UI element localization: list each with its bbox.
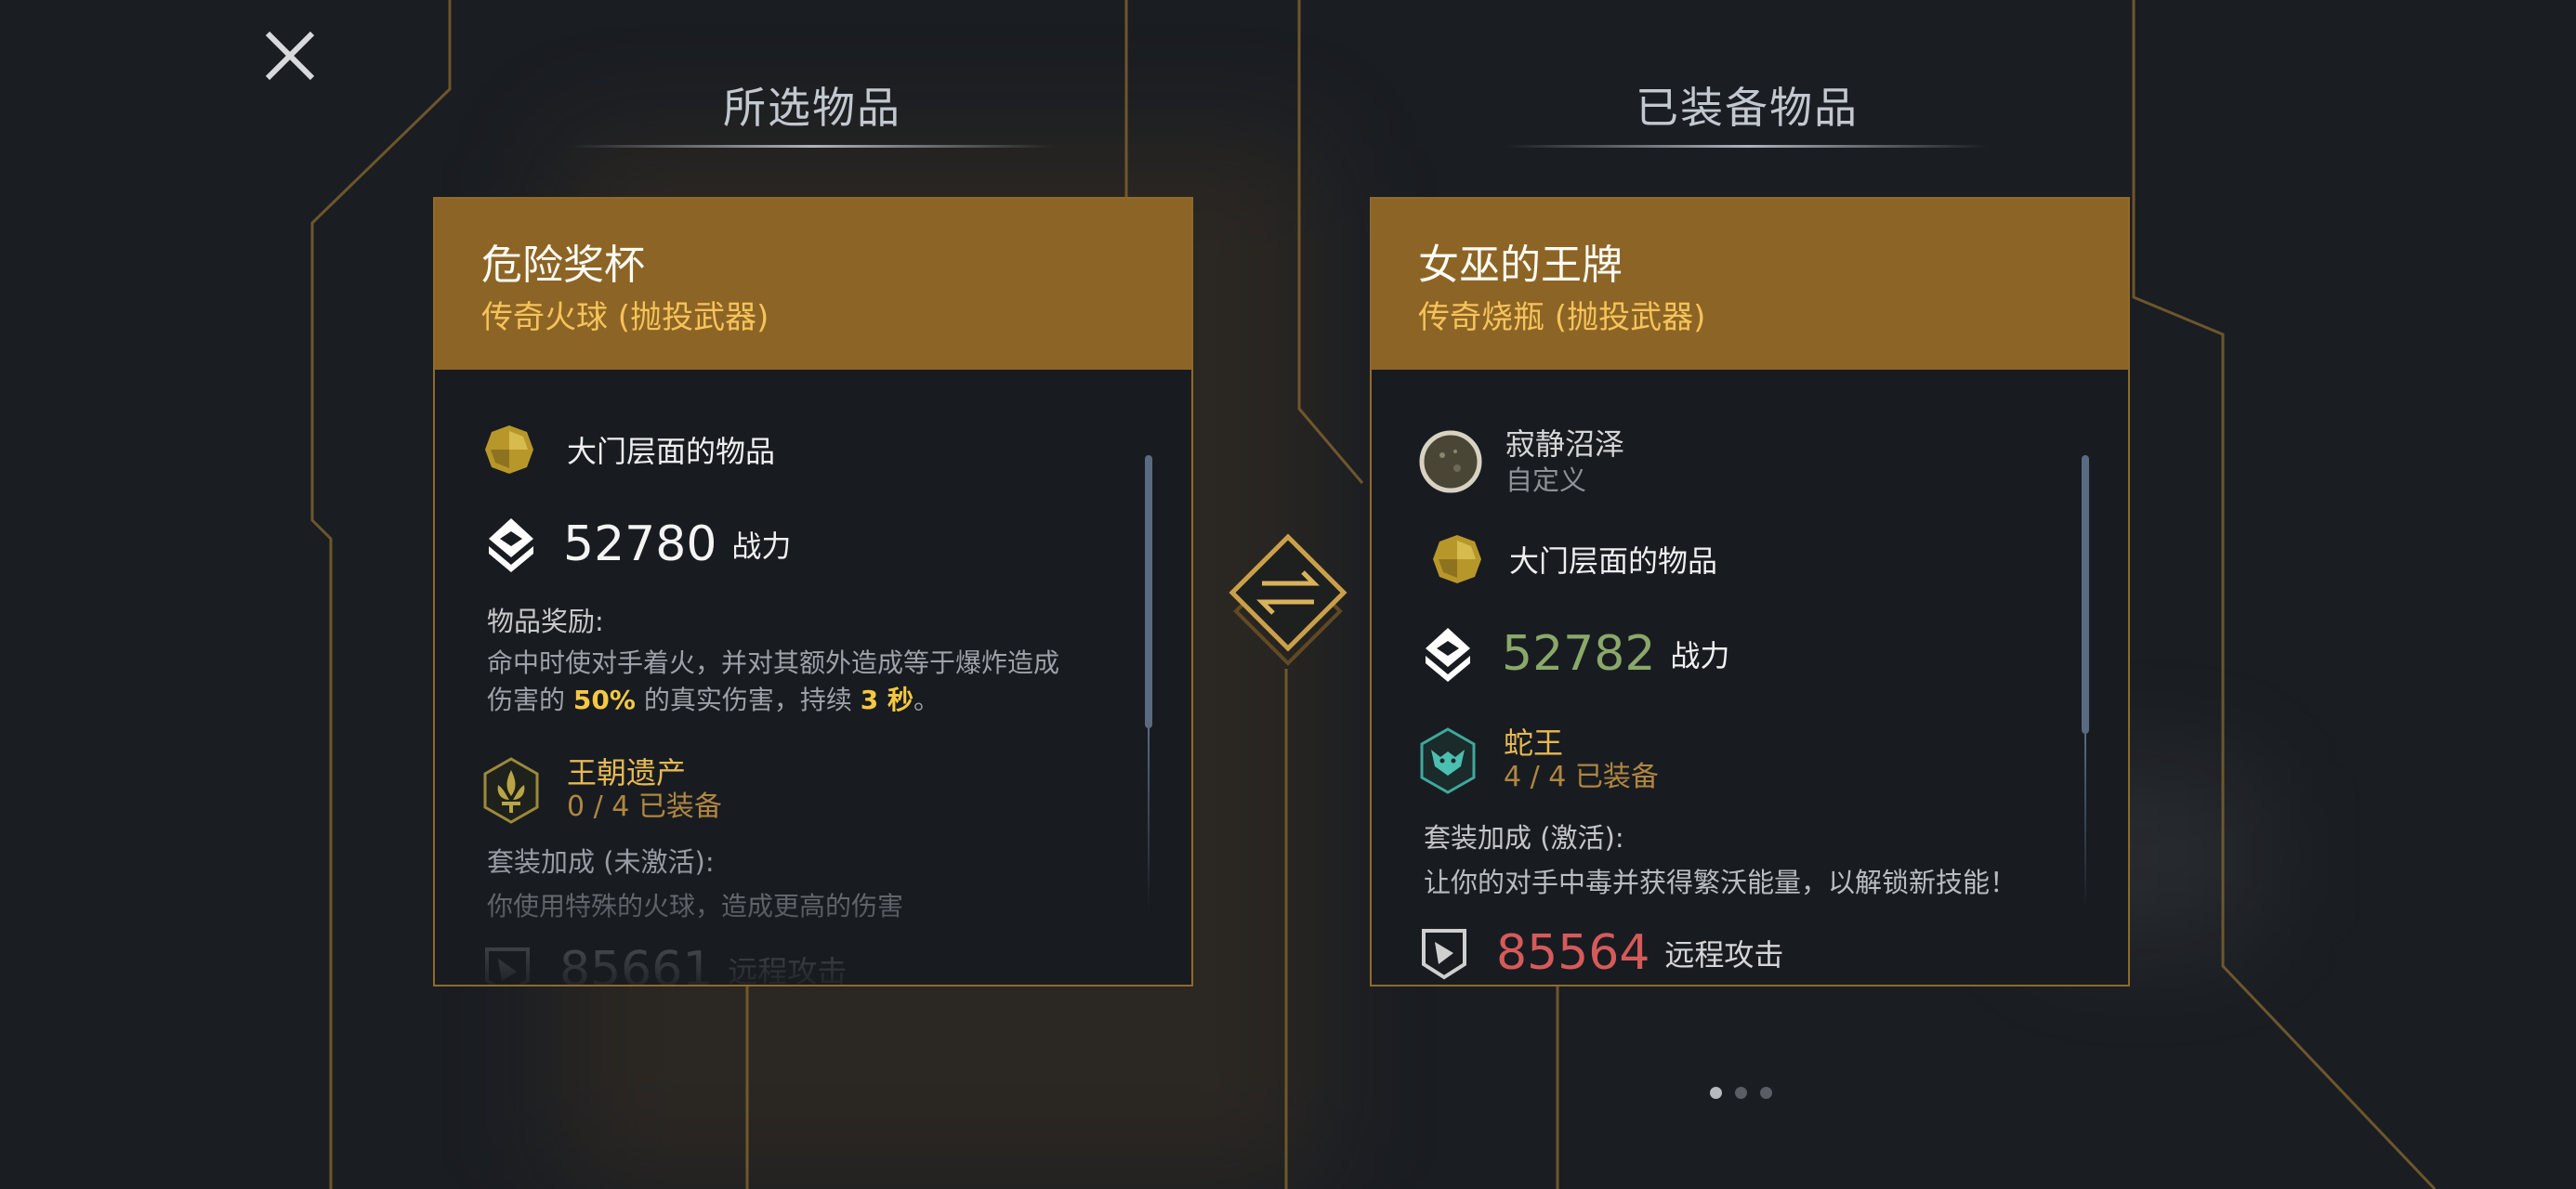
page-dot-3[interactable] [1760, 1087, 1772, 1099]
selected-ranged-value: 85661 [559, 942, 714, 985]
close-button[interactable] [256, 22, 323, 89]
bonus-percent: 50% [572, 685, 636, 715]
selected-set-text: 王朝遗产 0 / 4 已装备 [567, 756, 722, 825]
equipped-custom-row: 寂静沼泽 自定义 [1418, 425, 1624, 498]
selected-item-card[interactable]: 危险奖杯 传奇火球 (抛投武器) 大门层面的物品 52780 战力 物品奖励: … [433, 197, 1193, 986]
equipped-power-row: 52782 战力 [1418, 624, 1729, 684]
equipped-set-bonus-label: 套装加成 (激活): [1424, 822, 1624, 854]
selected-heading-rule [571, 145, 1054, 148]
page-dot-1[interactable] [1710, 1087, 1722, 1099]
equipped-item-name: 女巫的王牌 [1418, 242, 1623, 289]
equipped-item-card[interactable]: 女巫的王牌 传奇烧瓶 (抛投武器) 寂静沼泽 自定义 大门层面的物品 52782… [1370, 197, 2130, 986]
selected-set-bonus-desc: 你使用特殊的火球，造成更高的伤害 [487, 891, 904, 921]
equipped-tier-text: 大门层面的物品 [1509, 543, 1718, 579]
fleur-emblem-icon [481, 757, 541, 824]
selected-set-count: 0 / 4 已装备 [567, 790, 722, 823]
selected-scrollbar-thumb[interactable] [1145, 455, 1152, 728]
custom-orb-icon [1418, 429, 1483, 494]
gold-gem-icon [481, 422, 537, 477]
bonus-desc-line-1: 命中时使对手着火，并对其额外造成等于爆炸造成 [487, 647, 1060, 678]
selected-bonus-label: 物品奖励: [487, 606, 604, 637]
swap-icon [1229, 533, 1347, 666]
equipped-custom-text: 寂静沼泽 自定义 [1505, 425, 1624, 498]
swap-button[interactable] [1225, 533, 1351, 682]
equipped-card-body[interactable]: 寂静沼泽 自定义 大门层面的物品 52782 战力 蛇王 4 / 4 已装备 套… [1372, 370, 2128, 985]
equipped-custom-name: 寂静沼泽 [1505, 426, 1625, 462]
selected-tier-text: 大门层面的物品 [567, 434, 776, 469]
equipped-set-text: 蛇王 4 / 4 已装备 [1504, 726, 1659, 795]
selected-tier-row: 大门层面的物品 [481, 422, 775, 477]
equipped-set-row: 蛇王 4 / 4 已装备 [1418, 726, 1659, 795]
page-dot-2[interactable] [1735, 1087, 1747, 1099]
equipped-set-bonus-desc: 让你的对手中毒并获得繁沃能量，以解锁新技能！ [1424, 867, 2017, 898]
equipped-set-name: 蛇王 [1504, 725, 1564, 761]
selected-item-type: 传奇火球 (抛投武器) [481, 299, 769, 336]
equipped-tier-row: 大门层面的物品 [1418, 531, 1717, 587]
selected-item-name: 危险奖杯 [481, 242, 645, 289]
equipped-item-heading: 已装备物品 [1636, 83, 1859, 133]
power-icon [1418, 624, 1478, 684]
selected-item-heading: 所选物品 [723, 83, 901, 133]
gold-gem-icon [1429, 531, 1485, 587]
selected-ranged-label: 远程攻击 [728, 954, 848, 985]
equipped-card-header: 女巫的王牌 传奇烧瓶 (抛投武器) [1372, 199, 2128, 370]
bonus-desc-2b: 的真实伤害，持续 [643, 685, 852, 715]
bonus-desc-2c: 。 [913, 685, 940, 715]
equipped-scrollbar-thumb[interactable] [2082, 455, 2089, 734]
selected-scrollbar-track [1148, 728, 1150, 914]
selected-power-label: 战力 [731, 529, 792, 564]
selected-card-body[interactable]: 大门层面的物品 52780 战力 物品奖励: 命中时使对手着火，并对其额外造成等… [435, 370, 1191, 985]
equipped-item-type: 传奇烧瓶 (抛投武器) [1418, 299, 1706, 336]
selected-card-header: 危险奖杯 传奇火球 (抛投武器) [435, 199, 1191, 370]
equipped-scrollbar-track [2084, 734, 2086, 910]
selected-ranged-row: 85661 远程攻击 [481, 942, 847, 985]
selected-set-bonus-label: 套装加成 (未激活): [487, 846, 715, 878]
selected-power-value: 52780 [563, 516, 717, 572]
equipped-ranged-value: 85564 [1496, 925, 1650, 981]
bonus-desc-2a: 伤害的 [487, 685, 566, 715]
selected-power-row: 52780 战力 [481, 515, 791, 574]
equipped-ranged-row: 85564 远程攻击 [1418, 925, 1783, 981]
equipped-power-value: 52782 [1502, 626, 1656, 682]
ranged-attack-icon [1418, 925, 1470, 981]
selected-set-name: 王朝遗产 [567, 755, 687, 790]
snake-king-emblem-icon [1418, 727, 1478, 794]
equipped-heading-rule [1505, 145, 1989, 148]
close-icon [265, 31, 315, 81]
power-icon [481, 515, 541, 574]
ranged-attack-icon [481, 944, 533, 985]
selected-set-row: 王朝遗产 0 / 4 已装备 [481, 756, 722, 825]
equipped-set-count: 4 / 4 已装备 [1504, 761, 1659, 793]
pagination-dots [1710, 1087, 1772, 1099]
selected-bonus-desc: 命中时使对手着火，并对其额外造成等于爆炸造成 伤害的 50% 的真实伤害，持续 … [487, 645, 1137, 719]
bonus-desc-line-2: 伤害的 50% 的真实伤害，持续 3 秒。 [487, 682, 1137, 719]
bonus-duration: 3 秒 [860, 685, 914, 715]
equipped-power-label: 战力 [1670, 638, 1730, 673]
equipped-custom-label: 自定义 [1505, 464, 1587, 496]
equipped-ranged-label: 远程攻击 [1664, 937, 1784, 973]
